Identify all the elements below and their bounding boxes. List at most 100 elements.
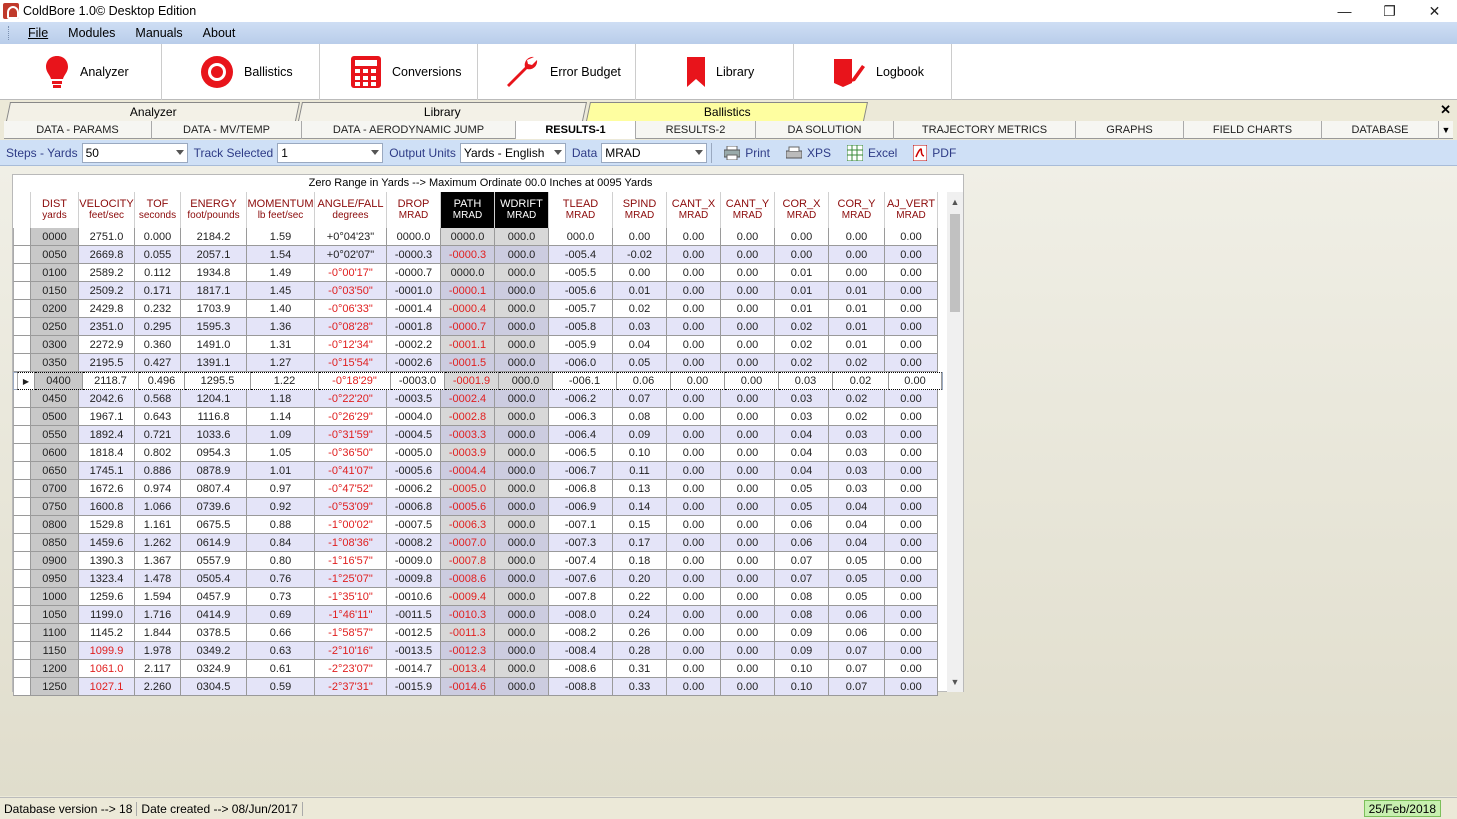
grid-cell[interactable]: 0.00 [721, 444, 775, 462]
grid-cell[interactable]: 0.00 [667, 606, 721, 624]
grid-cell[interactable]: -006.1 [553, 372, 617, 390]
table-row[interactable]: 0100 2589.2 0.112 1934.8 1.49 -0°00'17" -0000.… [13, 264, 943, 282]
minimize-button[interactable]: — [1322, 0, 1367, 22]
grid-cell[interactable]: -0002.2 [387, 336, 441, 354]
column-header[interactable]: ANGLE/FALL degrees [315, 192, 387, 228]
grid-cell[interactable]: 0.643 [135, 408, 181, 426]
grid-cell[interactable]: 0.09 [775, 642, 829, 660]
grid-cell[interactable]: 0.00 [829, 228, 885, 246]
grid-cell[interactable]: -008.8 [549, 678, 613, 696]
grid-cell[interactable]: 0.00 [721, 318, 775, 336]
grid-cell[interactable]: 0400 [35, 372, 83, 390]
grid-cell[interactable]: 0614.9 [181, 534, 247, 552]
table-row[interactable]: 0800 1529.8 1.161 0675.5 0.88 -1°00'02" -0007.… [13, 516, 943, 534]
grid-cell[interactable]: 000.0 [495, 516, 549, 534]
grid-cell[interactable]: -0001.5 [441, 354, 495, 372]
grid-cell[interactable]: -0001.4 [387, 300, 441, 318]
excel-button[interactable]: Excel [846, 144, 897, 161]
grid-cell[interactable]: 2669.8 [79, 246, 135, 264]
grid-cell[interactable]: 0.04 [775, 462, 829, 480]
grid-cell[interactable]: -0°31'59" [315, 426, 387, 444]
grid-cell[interactable]: -0002.6 [387, 354, 441, 372]
table-row[interactable]: 0200 2429.8 0.232 1703.9 1.40 -0°06'33" -0001.… [13, 300, 943, 318]
grid-cell[interactable]: 000.0 [495, 462, 549, 480]
grid-cell[interactable]: 0.24 [613, 606, 667, 624]
grid-cell[interactable]: -0011.5 [387, 606, 441, 624]
table-row[interactable]: 0250 2351.0 0.295 1595.3 1.36 -0°08'28" -0001.… [13, 318, 943, 336]
grid-cell[interactable]: 0.00 [885, 552, 938, 570]
grid-cell[interactable]: 2042.6 [79, 390, 135, 408]
grid-cell[interactable]: 0.02 [833, 372, 889, 390]
grid-cell[interactable]: 0.01 [775, 300, 829, 318]
grid-cell[interactable]: -0°00'17" [315, 264, 387, 282]
grid-cell[interactable]: -007.8 [549, 588, 613, 606]
grid-cell[interactable]: -0001.8 [387, 318, 441, 336]
grid-cell[interactable]: 0.02 [829, 408, 885, 426]
grid-cell[interactable]: 000.0 [495, 624, 549, 642]
grid-cell[interactable]: -0°08'28" [315, 318, 387, 336]
grid-cell[interactable]: -008.4 [549, 642, 613, 660]
grid-cell[interactable]: 0.06 [775, 516, 829, 534]
grid-cell[interactable]: 0500 [31, 408, 79, 426]
grid-cell[interactable]: 1.09 [247, 426, 315, 444]
menu-modules[interactable]: Modules [58, 26, 125, 40]
grid-cell[interactable]: 2184.2 [181, 228, 247, 246]
grid-cell[interactable]: 000.0 [495, 228, 549, 246]
grid-cell[interactable]: 1259.6 [79, 588, 135, 606]
maximize-button[interactable]: ❐ [1367, 0, 1412, 22]
grid-cell[interactable]: 0.05 [829, 570, 885, 588]
grid-cell[interactable]: 0.02 [775, 354, 829, 372]
grid-cell[interactable]: -0000.4 [441, 300, 495, 318]
grid-cell[interactable]: 0.00 [885, 408, 938, 426]
grid-cell[interactable]: -0010.6 [387, 588, 441, 606]
grid-cell[interactable]: 0.00 [667, 570, 721, 588]
grid-cell[interactable]: 0.295 [135, 318, 181, 336]
grid-cell[interactable]: 0.01 [613, 282, 667, 300]
grid-cell[interactable]: 000.0 [495, 282, 549, 300]
grid-cell[interactable]: -006.9 [549, 498, 613, 516]
grid-cell[interactable]: 1061.0 [79, 660, 135, 678]
grid-cell[interactable]: 0.00 [721, 588, 775, 606]
grid-cell[interactable]: -0007.0 [441, 534, 495, 552]
row-selector[interactable] [13, 444, 31, 462]
grid-cell[interactable]: 0.00 [667, 588, 721, 606]
grid-cell[interactable]: 0.00 [667, 480, 721, 498]
grid-cell[interactable]: 1000 [31, 588, 79, 606]
grid-cell[interactable]: -005.9 [549, 336, 613, 354]
grid-cell[interactable]: -0006.8 [387, 498, 441, 516]
grid-cell[interactable]: 0.00 [667, 426, 721, 444]
steps-select[interactable]: 50 [81, 142, 188, 163]
grid-cell[interactable]: 2.260 [135, 678, 181, 696]
grid-cell[interactable]: -0°26'29" [315, 408, 387, 426]
grid-cell[interactable]: -0012.3 [441, 642, 495, 660]
grid-cell[interactable]: 0.03 [775, 390, 829, 408]
grid-cell[interactable]: 1.45 [247, 282, 315, 300]
grid-cell[interactable]: 0.00 [885, 678, 938, 696]
grid-cell[interactable]: 1.01 [247, 462, 315, 480]
grid-cell[interactable]: 0.26 [613, 624, 667, 642]
grid-cell[interactable]: 2351.0 [79, 318, 135, 336]
grid-cell[interactable]: 1703.9 [181, 300, 247, 318]
grid-cell[interactable]: 0000 [31, 228, 79, 246]
table-row[interactable]: 0300 2272.9 0.360 1491.0 1.31 -0°12'34" -0002.… [13, 336, 943, 354]
grid-cell[interactable]: 1295.5 [185, 372, 251, 390]
grid-cell[interactable]: 0150 [31, 282, 79, 300]
table-row[interactable]: 1100 1145.2 1.844 0378.5 0.66 -1°58'57" -0012.… [13, 624, 943, 642]
grid-cell[interactable]: 1967.1 [79, 408, 135, 426]
row-selector[interactable] [13, 570, 31, 588]
tab-graphs[interactable]: GRAPHS [1076, 121, 1184, 139]
grid-cell[interactable]: 1.59 [247, 228, 315, 246]
tab-database[interactable]: DATABASE [1322, 121, 1439, 139]
grid-cell[interactable]: 1.27 [247, 354, 315, 372]
grid-cell[interactable]: 1.844 [135, 624, 181, 642]
grid-cell[interactable]: 0.05 [829, 552, 885, 570]
grid-cell[interactable]: 0700 [31, 480, 79, 498]
grid-cell[interactable]: 1.066 [135, 498, 181, 516]
grid-cell[interactable]: 0.73 [247, 588, 315, 606]
grid-cell[interactable]: 1.978 [135, 642, 181, 660]
grid-cell[interactable]: 0739.6 [181, 498, 247, 516]
grid-cell[interactable]: 0.02 [829, 390, 885, 408]
grid-cell[interactable]: -0004.5 [387, 426, 441, 444]
grid-cell[interactable]: 000.0 [499, 372, 553, 390]
grid-cell[interactable]: -0003.9 [441, 444, 495, 462]
